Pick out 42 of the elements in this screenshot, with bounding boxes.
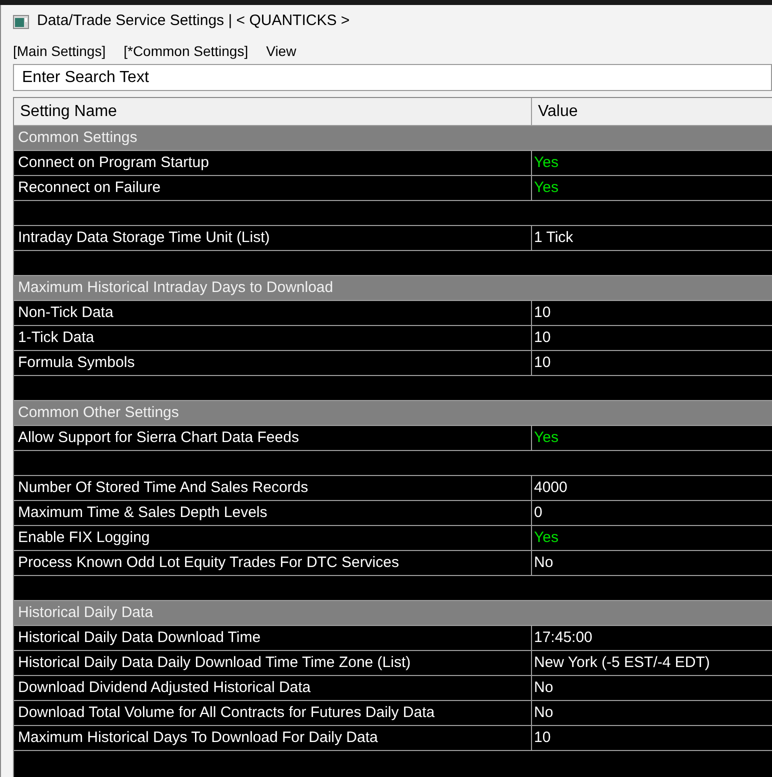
setting-name[interactable]: Reconnect on Failure (14, 176, 532, 200)
setting-name[interactable]: Process Known Odd Lot Equity Trades For DTC Services (14, 551, 532, 575)
setting-value[interactable]: Yes (532, 526, 772, 550)
setting-value[interactable]: 0 (532, 501, 772, 525)
setting-value[interactable]: No (532, 701, 772, 725)
setting-name[interactable]: 1-Tick Data (14, 326, 532, 350)
window-title: Data/Trade Service Settings | < QUANTICKS > (37, 11, 350, 32)
setting-name[interactable]: Maximum Historical Days To Download For Daily Data (14, 726, 532, 750)
setting-name[interactable]: Non-Tick Data (14, 301, 532, 325)
section-header: Maximum Historical Intraday Days to Download (14, 276, 772, 301)
setting-value[interactable]: 1 Tick (532, 226, 772, 250)
setting-value[interactable]: 4000 (532, 476, 772, 500)
setting-value[interactable]: 10 (532, 351, 772, 375)
setting-value[interactable]: 10 (532, 301, 772, 325)
setting-name[interactable]: Enable FIX Logging (14, 526, 532, 550)
app-icon (13, 14, 29, 28)
setting-name[interactable]: Maximum Time & Sales Depth Levels (14, 501, 532, 525)
menu-item[interactable]: [*Common Settings] (124, 40, 248, 62)
setting-name[interactable]: Download Dividend Adjusted Historical Data (14, 676, 532, 700)
menu-item[interactable]: View (266, 40, 296, 62)
setting-name[interactable]: Historical Daily Data Daily Download Time Time Zone (List) (14, 651, 532, 675)
setting-name[interactable]: Formula Symbols (14, 351, 532, 375)
setting-value[interactable]: Yes (532, 151, 772, 175)
menu-item[interactable]: [Main Settings] (13, 40, 106, 62)
setting-name[interactable]: Intraday Data Storage Time Unit (List) (14, 226, 532, 250)
section-header: Common Settings (14, 126, 772, 151)
setting-value[interactable]: 17:45:00 (532, 626, 772, 650)
setting-name[interactable]: Connect on Program Startup (14, 151, 532, 175)
setting-value[interactable]: No (532, 676, 772, 700)
section-header: Common Other Settings (14, 401, 772, 426)
search-field[interactable]: Enter Search Text (13, 64, 772, 91)
setting-name[interactable]: Allow Support for Sierra Chart Data Feeds (14, 426, 532, 450)
setting-name[interactable]: Historical Daily Data Download Time (14, 626, 532, 650)
setting-value[interactable]: Yes (532, 426, 772, 450)
section-header: Historical Daily Data (14, 601, 772, 626)
setting-name[interactable]: Number Of Stored Time And Sales Records (14, 476, 532, 500)
setting-value[interactable]: New York (-5 EST/-4 EDT) (532, 651, 772, 675)
setting-value[interactable]: 10 (532, 726, 772, 750)
setting-value[interactable]: No (532, 551, 772, 575)
setting-value[interactable]: Yes (532, 176, 772, 200)
setting-value[interactable]: 10 (532, 326, 772, 350)
setting-name[interactable]: Download Total Volume for All Contracts for Futures Daily Data (14, 701, 532, 725)
